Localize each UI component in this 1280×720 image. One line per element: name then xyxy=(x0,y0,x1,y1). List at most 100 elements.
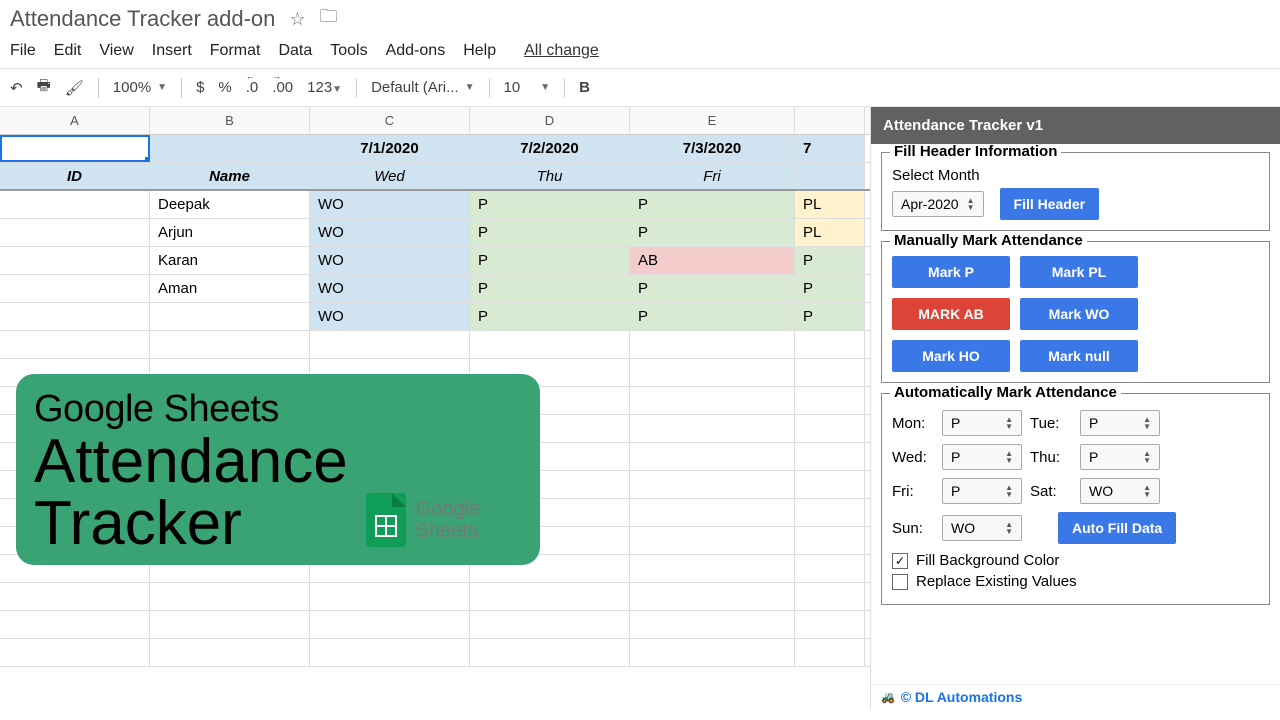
day-value-spinner[interactable]: P▲▼ xyxy=(942,410,1022,436)
cell-attendance[interactable]: P xyxy=(630,303,795,330)
day-label: Tue: xyxy=(1030,415,1072,432)
cell-attendance[interactable]: P xyxy=(470,275,630,302)
decrease-decimal[interactable]: ←.0 xyxy=(246,79,259,96)
mark-ab-button[interactable]: MARK AB xyxy=(892,298,1010,330)
fill-header-button[interactable]: Fill Header xyxy=(1000,188,1100,220)
undo-icon[interactable]: ↶ xyxy=(10,79,23,97)
cell-name[interactable] xyxy=(150,303,310,330)
day-header[interactable] xyxy=(795,163,865,189)
column-header-c[interactable]: C xyxy=(310,107,470,134)
day-header[interactable]: Wed xyxy=(310,163,470,189)
cell-attendance[interactable]: WO xyxy=(310,191,470,218)
table-row[interactable]: KaranWOPABP xyxy=(0,247,870,275)
cell[interactable] xyxy=(0,191,150,218)
cell-attendance[interactable]: WO xyxy=(310,303,470,330)
selected-cell[interactable] xyxy=(0,135,150,162)
cell-attendance[interactable]: P xyxy=(470,219,630,246)
cell-attendance[interactable]: WO xyxy=(310,247,470,274)
format-percent[interactable]: % xyxy=(218,79,231,96)
id-header[interactable]: ID xyxy=(0,163,150,189)
column-header-b[interactable]: B xyxy=(150,107,310,134)
auto-fill-button[interactable]: Auto Fill Data xyxy=(1058,512,1176,544)
cell-attendance[interactable]: P xyxy=(795,303,865,330)
zoom-select[interactable]: 100%▼ xyxy=(113,79,167,96)
number-format[interactable]: 123▼ xyxy=(307,79,342,96)
column-header-a[interactable]: A xyxy=(0,107,150,134)
font-size-select[interactable]: 10▼ xyxy=(504,79,551,96)
font-select[interactable]: Default (Ari...▼ xyxy=(371,79,474,96)
menu-edit[interactable]: Edit xyxy=(54,42,82,60)
overlay-line3: Tracker xyxy=(34,493,348,555)
cell-attendance[interactable]: P xyxy=(470,303,630,330)
footer-link[interactable]: © DL Automations xyxy=(901,689,1023,705)
table-row[interactable]: ArjunWOPPPL xyxy=(0,219,870,247)
date-header[interactable]: 7/1/2020 xyxy=(310,135,470,162)
menu-view[interactable]: View xyxy=(99,42,133,60)
increase-decimal[interactable]: →.00 xyxy=(272,79,293,96)
menu-help[interactable]: Help xyxy=(463,42,496,60)
cell-attendance[interactable]: P xyxy=(630,219,795,246)
day-value-spinner[interactable]: WO▲▼ xyxy=(942,515,1022,541)
table-row[interactable]: AmanWOPPP xyxy=(0,275,870,303)
mark-null-button[interactable]: Mark null xyxy=(1020,340,1138,372)
day-value-spinner[interactable]: P▲▼ xyxy=(1080,444,1160,470)
format-currency[interactable]: $ xyxy=(196,79,204,96)
day-value-spinner[interactable]: P▲▼ xyxy=(942,444,1022,470)
day-label: Fri: xyxy=(892,483,934,500)
move-folder-icon[interactable]: 🗀 xyxy=(320,4,338,34)
cell-name[interactable]: Aman xyxy=(150,275,310,302)
star-icon[interactable]: ☆ xyxy=(289,9,305,30)
day-value-spinner[interactable]: WO▲▼ xyxy=(1080,478,1160,504)
mark-p-button[interactable]: Mark P xyxy=(892,256,1010,288)
column-header-d[interactable]: D xyxy=(470,107,630,134)
cell-attendance[interactable]: WO xyxy=(310,219,470,246)
menu-file[interactable]: File xyxy=(10,42,36,60)
print-icon[interactable]: 🖶 xyxy=(37,75,51,100)
cell-attendance[interactable]: PL xyxy=(795,191,865,218)
cell-attendance[interactable]: P xyxy=(630,191,795,218)
cell-attendance[interactable]: WO xyxy=(310,275,470,302)
cell[interactable] xyxy=(0,303,150,330)
date-header[interactable]: 7/3/2020 xyxy=(630,135,795,162)
all-changes-link[interactable]: All change xyxy=(524,42,599,60)
cell-attendance[interactable]: P xyxy=(470,191,630,218)
name-header[interactable]: Name xyxy=(150,163,310,189)
cell-name[interactable]: Karan xyxy=(150,247,310,274)
cell-attendance[interactable]: P xyxy=(795,247,865,274)
cell[interactable] xyxy=(0,219,150,246)
day-value-spinner[interactable]: P▲▼ xyxy=(942,478,1022,504)
cell-name[interactable]: Arjun xyxy=(150,219,310,246)
menu-data[interactable]: Data xyxy=(278,42,312,60)
paint-format-icon[interactable]: 🖌 xyxy=(65,79,84,97)
replace-values-checkbox[interactable] xyxy=(892,574,908,590)
cell-attendance[interactable]: P xyxy=(795,275,865,302)
fill-bg-checkbox[interactable]: ✓ xyxy=(892,553,908,569)
mark-wo-button[interactable]: Mark WO xyxy=(1020,298,1138,330)
month-spinner[interactable]: Apr-2020 ▲▼ xyxy=(892,191,984,217)
day-header[interactable]: Fri xyxy=(630,163,795,189)
date-header[interactable]: 7 xyxy=(795,135,865,162)
bold-button[interactable]: B xyxy=(579,79,590,96)
column-header-f[interactable] xyxy=(795,107,865,134)
mark-pl-button[interactable]: Mark PL xyxy=(1020,256,1138,288)
table-row[interactable]: WOPPP xyxy=(0,303,870,331)
cell-attendance[interactable]: PL xyxy=(795,219,865,246)
table-row[interactable]: DeepakWOPPPL xyxy=(0,191,870,219)
date-header[interactable]: 7/2/2020 xyxy=(470,135,630,162)
menu-insert[interactable]: Insert xyxy=(152,42,192,60)
cell-attendance[interactable]: P xyxy=(470,247,630,274)
cell-attendance[interactable]: AB xyxy=(630,247,795,274)
menu-tools[interactable]: Tools xyxy=(330,42,367,60)
document-title[interactable]: Attendance Tracker add-on xyxy=(10,6,275,32)
day-value-spinner[interactable]: P▲▼ xyxy=(1080,410,1160,436)
cell[interactable] xyxy=(0,247,150,274)
menu-format[interactable]: Format xyxy=(210,42,261,60)
cell-attendance[interactable]: P xyxy=(630,275,795,302)
column-header-e[interactable]: E xyxy=(630,107,795,134)
menu-addons[interactable]: Add-ons xyxy=(386,42,446,60)
cell-name[interactable]: Deepak xyxy=(150,191,310,218)
mark-ho-button[interactable]: Mark HO xyxy=(892,340,1010,372)
day-header[interactable]: Thu xyxy=(470,163,630,189)
cell[interactable] xyxy=(150,135,310,162)
cell[interactable] xyxy=(0,275,150,302)
